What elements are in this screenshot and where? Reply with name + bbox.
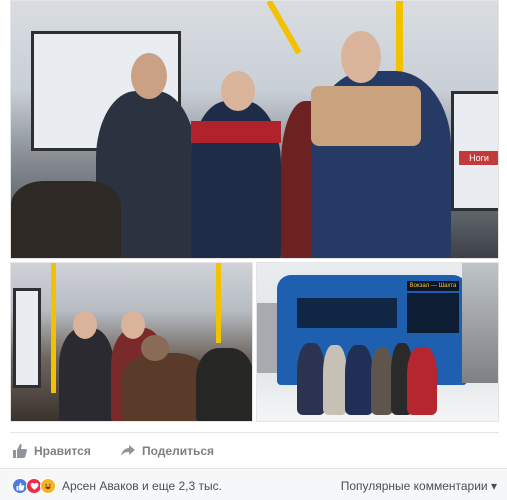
like-button[interactable]: Нравится <box>12 443 91 459</box>
group-member-6 <box>407 347 437 415</box>
singer-2-head <box>121 311 145 339</box>
tram-front-window <box>407 293 459 333</box>
thumbs-up-icon <box>13 444 27 458</box>
laughing-face-icon <box>45 484 51 490</box>
heart-icon <box>30 482 38 490</box>
share-label: Поделиться <box>142 444 215 458</box>
singer-4-head <box>341 31 381 83</box>
handrail-pole-2 <box>216 263 221 343</box>
group-member-3 <box>345 345 373 415</box>
reactions-names-link[interactable]: Арсен Аваков и еще 2,3 тыс. <box>62 479 222 493</box>
share-button[interactable]: Поделиться <box>120 443 214 459</box>
haha-reaction-icon[interactable] <box>40 478 56 494</box>
thumbs-up-icon <box>16 482 24 490</box>
tram-window <box>13 288 41 388</box>
photo-bottom-left[interactable] <box>10 262 253 422</box>
tram-side-windows <box>297 298 397 328</box>
red-scarf <box>191 121 281 143</box>
patterned-shawl <box>311 86 421 146</box>
singer-1 <box>59 328 114 421</box>
passenger-back <box>11 181 121 258</box>
comments-sort-dropdown[interactable]: Популярные комментарии ▾ <box>341 479 497 493</box>
group-member-4 <box>371 347 393 415</box>
like-label: Нравится <box>34 444 91 458</box>
photo-bottom-right[interactable]: Вокзал — Шахта <box>256 262 499 422</box>
post-actions-bar: Нравится Поделиться <box>10 432 499 468</box>
singer-2-head <box>221 71 255 111</box>
photo-main[interactable]: Ноги <box>10 0 499 259</box>
passenger-head <box>141 335 169 361</box>
singer-1-head <box>73 311 97 339</box>
tram-route-sign: Вокзал — Шахта <box>407 281 459 291</box>
group-member-1 <box>297 343 325 415</box>
facebook-post: Ноги Вокзал — Шахта Нравится Поделиться … <box>0 0 507 500</box>
singer-1-head <box>131 53 167 99</box>
passenger-right <box>196 348 252 421</box>
street-sign: Ноги <box>459 151 498 165</box>
handrail-pole <box>266 1 302 55</box>
group-member-2 <box>323 345 347 415</box>
reactions-summary-bar: Арсен Аваков и еще 2,3 тыс. Популярные к… <box>0 468 507 500</box>
bare-trees <box>462 263 498 383</box>
handrail-pole <box>51 263 56 393</box>
share-arrow-icon <box>121 445 135 456</box>
